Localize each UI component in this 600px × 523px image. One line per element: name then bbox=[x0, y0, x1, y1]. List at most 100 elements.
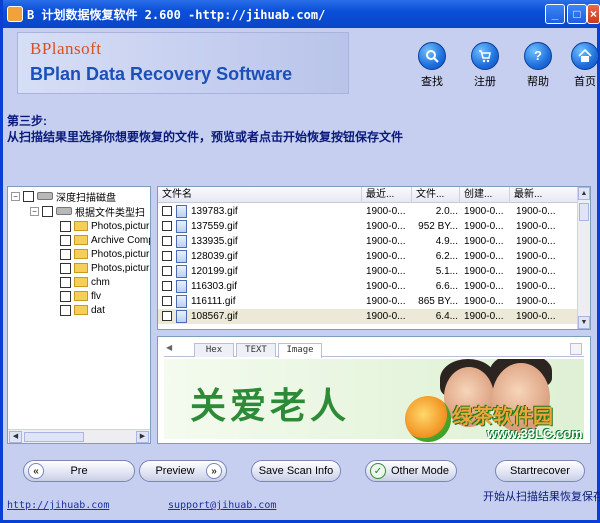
maximize-button[interactable]: □ bbox=[567, 4, 587, 24]
tree-root-checkbox[interactable] bbox=[23, 190, 34, 202]
row-checkbox[interactable] bbox=[162, 266, 172, 276]
search-icon bbox=[418, 42, 446, 70]
gif-file-icon bbox=[176, 220, 187, 233]
nav-home[interactable]: 首页 bbox=[565, 42, 600, 89]
home-icon bbox=[571, 42, 599, 70]
scrollbar-thumb[interactable] bbox=[579, 203, 589, 221]
table-row[interactable]: 137559.gif 1900-0... 952 BY... 1900-0... 190… bbox=[158, 219, 578, 234]
scrollbar-thumb[interactable] bbox=[24, 432, 84, 442]
table-row[interactable]: 139783.gif 1900-0... 2.0... 1900-0... 1900-0… bbox=[158, 204, 578, 219]
scroll-up-icon[interactable]: ▲ bbox=[578, 187, 590, 200]
cell-size: 6.6... bbox=[435, 281, 458, 292]
row-checkbox[interactable] bbox=[162, 251, 172, 261]
tree-item-label: Archive Comp bbox=[91, 234, 151, 246]
tree-item-checkbox[interactable] bbox=[60, 262, 71, 274]
gif-file-icon bbox=[176, 310, 187, 323]
cell-recent: 1900-0... bbox=[366, 296, 406, 307]
tab-scroll-right-icon[interactable] bbox=[570, 343, 582, 355]
website-link[interactable]: http://jihuab.com bbox=[7, 500, 109, 511]
folder-icon bbox=[74, 263, 88, 273]
other-mode-button-label: Other Mode bbox=[390, 465, 450, 477]
tree-item[interactable]: Photos,pictur bbox=[60, 219, 149, 233]
support-email-link[interactable]: support@jihuab.com bbox=[168, 500, 276, 511]
tree-item[interactable]: chm bbox=[60, 275, 110, 289]
table-row[interactable]: 120199.gif 1900-0... 5.1... 1900-0... 1900-0… bbox=[158, 264, 578, 279]
row-checkbox[interactable] bbox=[162, 281, 172, 291]
tree-item-label: Photos,pictur bbox=[91, 262, 150, 274]
scroll-left-icon[interactable]: ◀ bbox=[9, 431, 22, 443]
preview-button-label: Preview bbox=[155, 465, 195, 477]
save-scan-info-button[interactable]: Save Scan Info bbox=[251, 460, 341, 482]
folder-icon bbox=[74, 277, 88, 287]
list-vertical-scrollbar[interactable]: ▲ ▼ bbox=[577, 187, 590, 329]
drive-icon bbox=[56, 207, 72, 215]
row-checkbox[interactable] bbox=[162, 206, 172, 216]
collapse-icon[interactable]: − bbox=[11, 191, 20, 201]
tree-item-checkbox[interactable] bbox=[60, 220, 71, 232]
table-row[interactable]: 116111.gif 1900-0... 865 BY... 1900-0... 190… bbox=[158, 294, 578, 309]
tree-item-label: Photos,pictur bbox=[91, 248, 150, 260]
folder-icon bbox=[74, 291, 88, 301]
pre-button[interactable]: « Pre bbox=[23, 460, 135, 482]
tree-item-checkbox[interactable] bbox=[60, 304, 71, 316]
tree-item[interactable]: dat bbox=[60, 303, 105, 317]
column-header-name[interactable]: 文件名 bbox=[158, 187, 362, 203]
tree-item-checkbox[interactable] bbox=[60, 290, 71, 302]
logo-bottom-text: BPlan Data Recovery Software bbox=[30, 64, 293, 84]
minimize-button[interactable]: _ bbox=[545, 4, 565, 24]
column-header-size[interactable]: 文件... bbox=[412, 187, 460, 203]
tree-root[interactable]: − 深度扫描磁盘 bbox=[11, 189, 116, 204]
cell-name: 108567.gif bbox=[191, 311, 238, 322]
tree-item-checkbox[interactable] bbox=[60, 248, 71, 260]
pre-button-label: Pre bbox=[70, 465, 88, 477]
row-checkbox[interactable] bbox=[162, 311, 172, 321]
tree-child[interactable]: − 根据文件类型扫 bbox=[30, 204, 145, 219]
cell-name: 139783.gif bbox=[191, 206, 238, 217]
cell-recent: 1900-0... bbox=[366, 281, 406, 292]
tree-item[interactable]: Photos,pictur bbox=[60, 261, 149, 275]
column-header-recent[interactable]: 最近... bbox=[362, 187, 412, 203]
close-button[interactable]: × bbox=[587, 4, 600, 24]
other-mode-button[interactable]: ✓ Other Mode bbox=[365, 460, 457, 482]
cell-modified: 1900-0... bbox=[516, 296, 556, 307]
nav-search[interactable]: 查找 bbox=[412, 42, 452, 89]
tab-image[interactable]: Image bbox=[278, 343, 322, 358]
tree-child-checkbox[interactable] bbox=[42, 205, 53, 217]
cell-recent: 1900-0... bbox=[366, 311, 406, 322]
tree-item-checkbox[interactable] bbox=[60, 234, 71, 246]
cell-size: 865 BY... bbox=[418, 296, 458, 307]
cell-size: 5.1... bbox=[435, 266, 458, 277]
tree-item[interactable]: Photos,pictur bbox=[60, 247, 149, 261]
header: BPlansoft BPlan Data Recovery Software 查… bbox=[3, 28, 600, 98]
brand-logo: BPlansoft BPlan Data Recovery Software bbox=[17, 32, 349, 94]
table-row[interactable]: 108567.gif 1900-0... 6.4... 1900-0... 1900-0… bbox=[158, 309, 578, 324]
preview-button[interactable]: Preview » bbox=[139, 460, 227, 482]
scroll-down-icon[interactable]: ▼ bbox=[578, 316, 590, 329]
row-checkbox[interactable] bbox=[162, 296, 172, 306]
file-list[interactable]: 文件名 最近... 文件... 创建... 最新... 139783.gif 19… bbox=[157, 186, 591, 330]
nav-help[interactable]: ? 帮助 bbox=[518, 42, 558, 89]
nav-register[interactable]: 注册 bbox=[465, 42, 505, 89]
scroll-right-icon[interactable]: ▶ bbox=[136, 431, 149, 443]
table-row[interactable]: 116303.gif 1900-0... 6.6... 1900-0... 1900-0… bbox=[158, 279, 578, 294]
row-checkbox[interactable] bbox=[162, 221, 172, 231]
tree-horizontal-scrollbar[interactable]: ◀ ▶ bbox=[8, 429, 150, 443]
row-checkbox[interactable] bbox=[162, 236, 172, 246]
tab-scroll-left-icon[interactable]: ◀ bbox=[166, 343, 172, 352]
startrecover-button[interactable]: Startrecover bbox=[495, 460, 585, 482]
title-bar[interactable]: B 计划数据恢复软件 2.600 -http://jihuab.com/ _ □… bbox=[3, 0, 600, 28]
table-row[interactable]: 128039.gif 1900-0... 6.2... 1900-0... 1900-0… bbox=[158, 249, 578, 264]
tree-item[interactable]: Archive Comp bbox=[60, 233, 151, 247]
cell-modified: 1900-0... bbox=[516, 311, 556, 322]
tab-hex[interactable]: Hex bbox=[194, 343, 234, 357]
folder-tree[interactable]: − 深度扫描磁盘 − 根据文件类型扫 Photos,pictur Archive… bbox=[7, 186, 151, 444]
column-header-modified[interactable]: 最新... bbox=[510, 187, 578, 203]
tree-item-checkbox[interactable] bbox=[60, 276, 71, 288]
tree-item[interactable]: flv bbox=[60, 289, 101, 303]
table-row[interactable]: 133935.gif 1900-0... 4.9... 1900-0... 1900-0… bbox=[158, 234, 578, 249]
tab-text[interactable]: TEXT bbox=[236, 343, 276, 357]
preview-tabs: ◀ Hex TEXT Image bbox=[164, 341, 584, 358]
help-icon: ? bbox=[524, 42, 552, 70]
column-header-created[interactable]: 创建... bbox=[460, 187, 510, 203]
collapse-icon[interactable]: − bbox=[30, 206, 39, 216]
